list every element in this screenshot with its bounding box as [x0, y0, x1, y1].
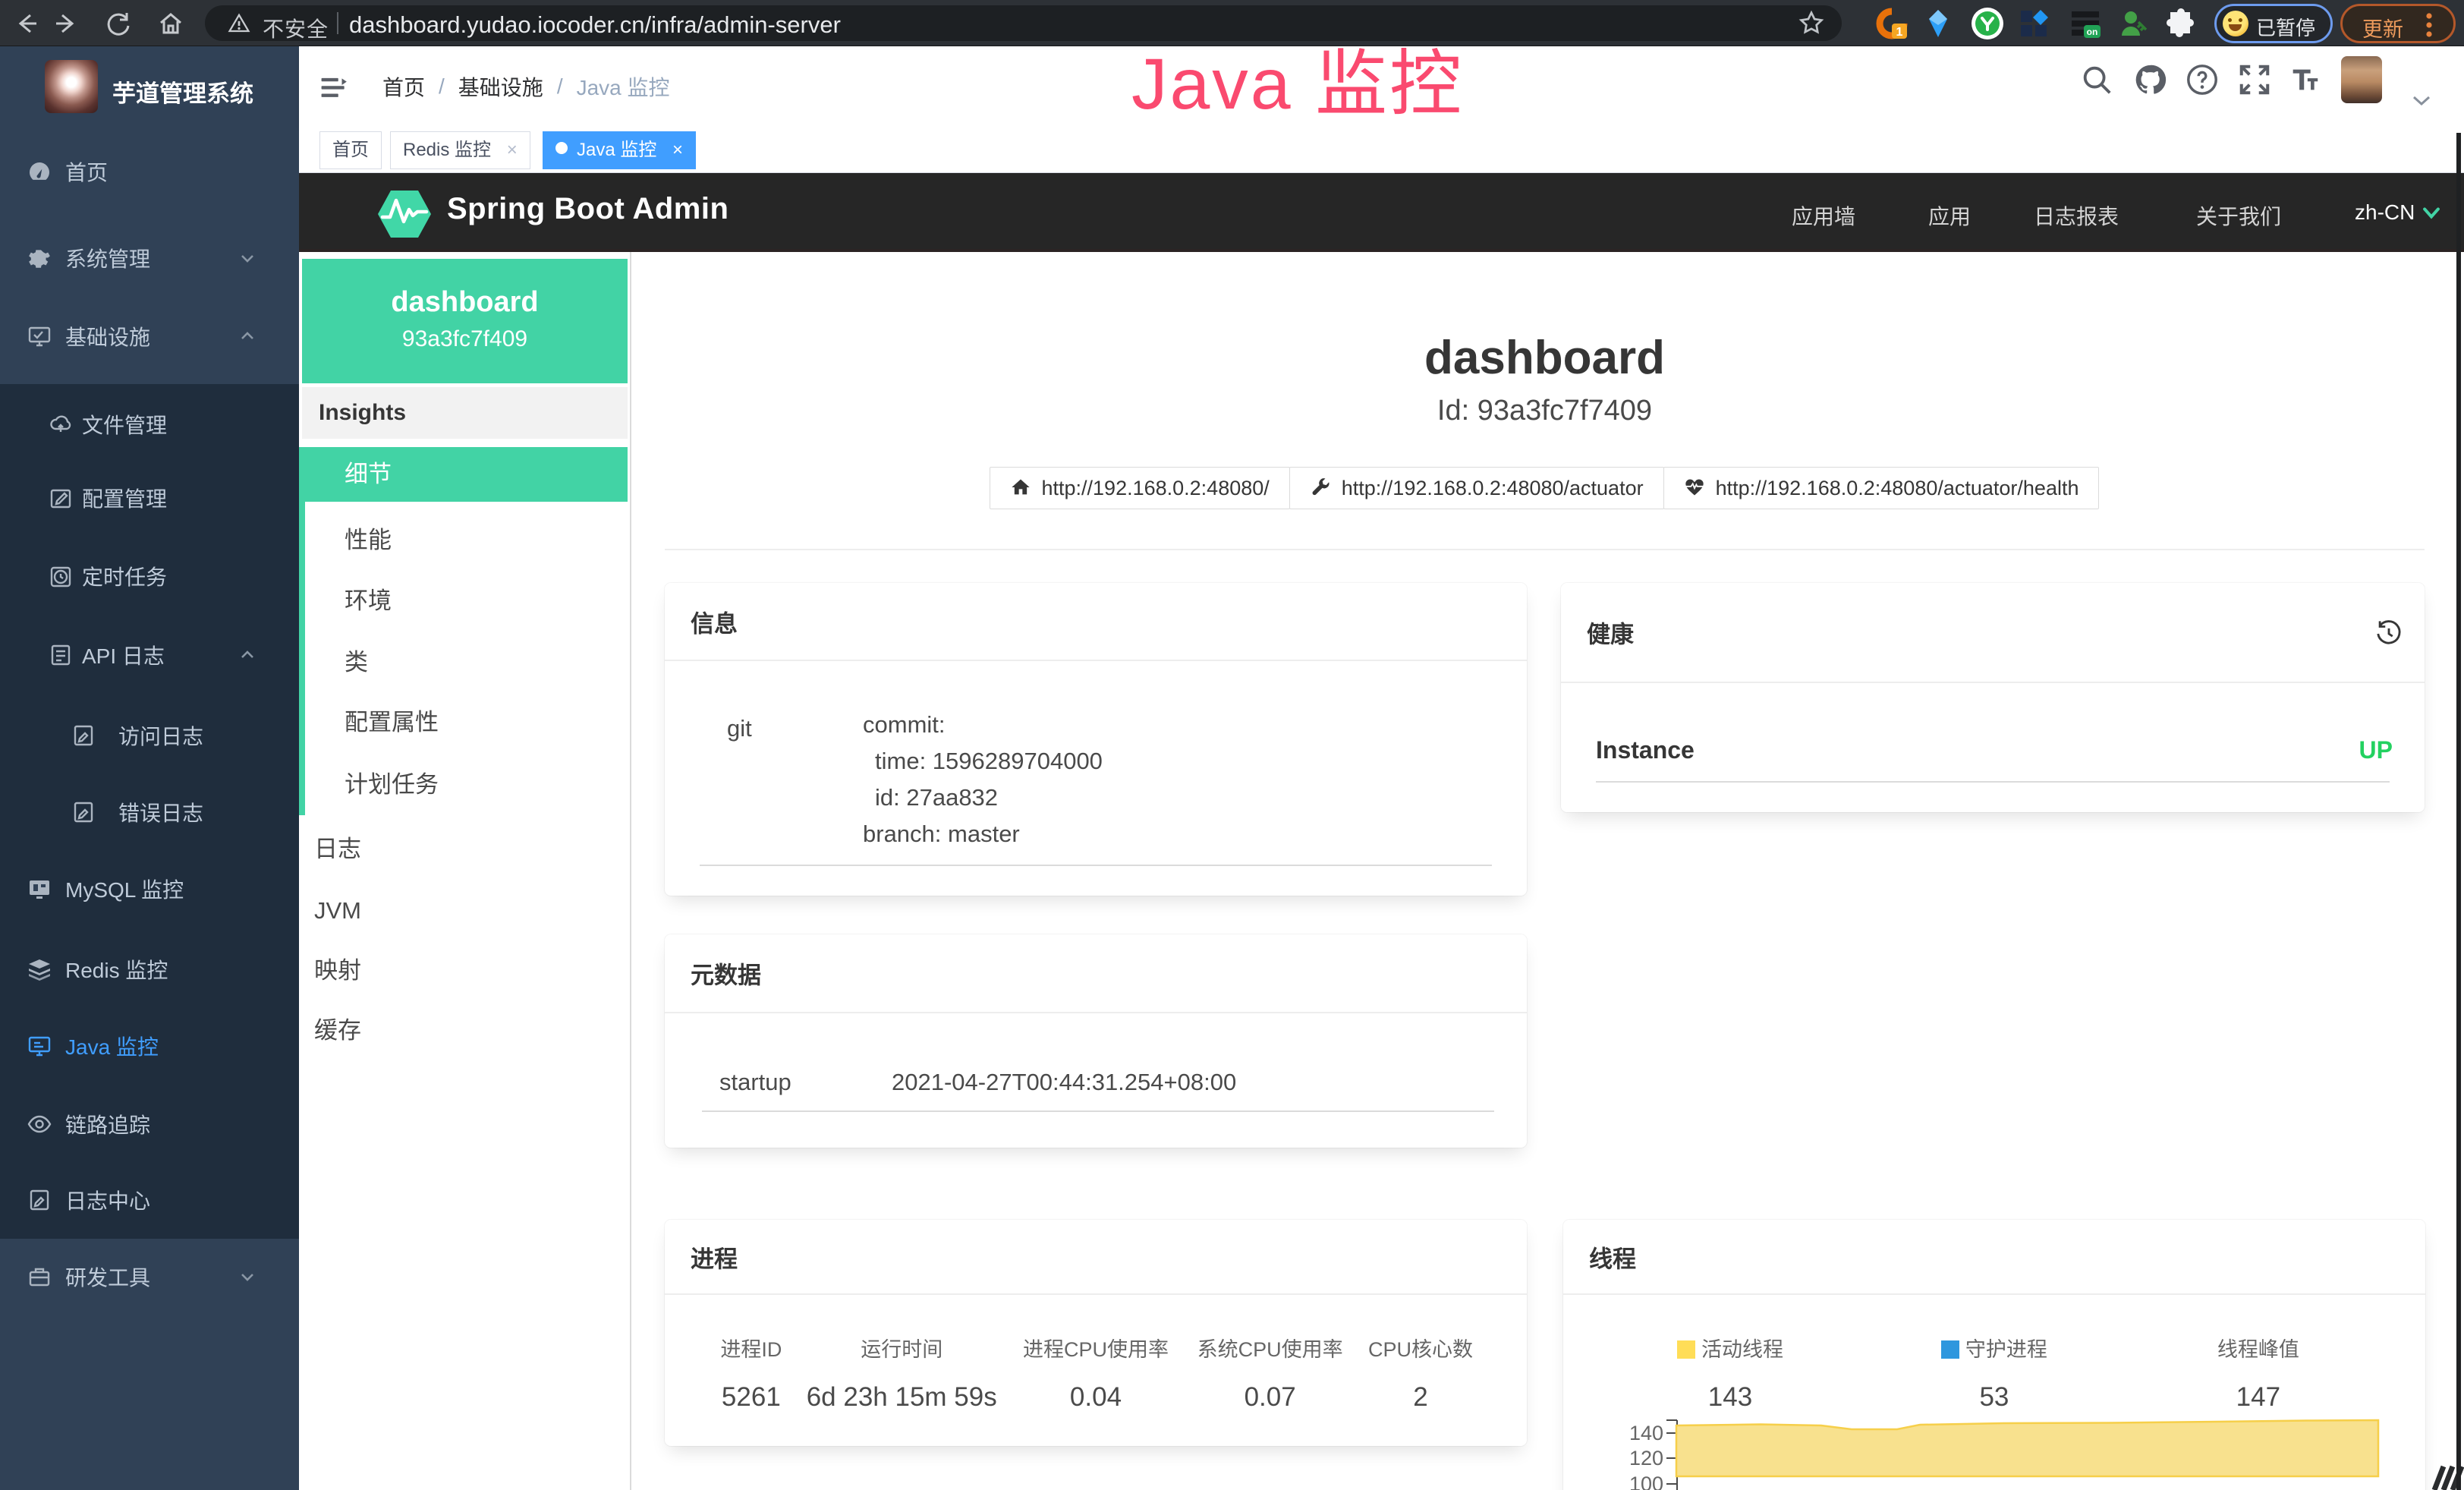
- svg-text:1: 1: [1896, 26, 1903, 39]
- svg-text:100: 100: [1629, 1473, 1663, 1490]
- svg-text:on: on: [2087, 27, 2098, 37]
- svg-text:120: 120: [1629, 1447, 1663, 1470]
- svg-text:140: 140: [1629, 1422, 1663, 1444]
